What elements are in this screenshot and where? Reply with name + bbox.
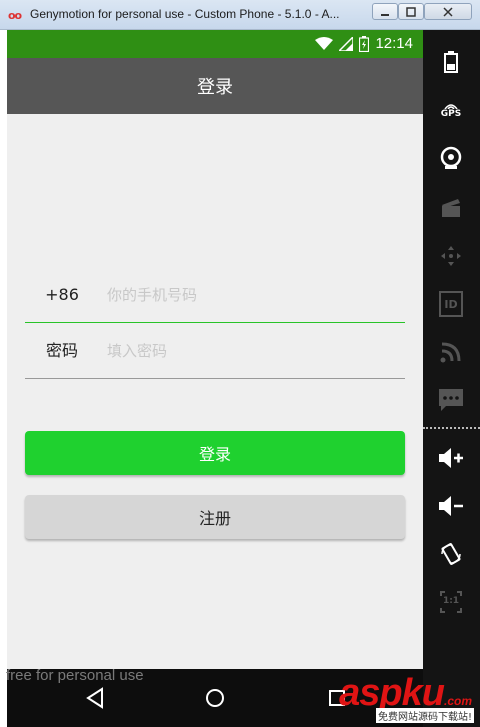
sms-icon (439, 389, 463, 411)
register-button-label: 注册 (198, 509, 231, 528)
phone-row: +86 (25, 268, 405, 323)
status-bar: 12:14 (7, 30, 423, 58)
capture-button[interactable] (431, 190, 471, 226)
battery-widget-button[interactable] (431, 44, 471, 80)
password-input[interactable] (107, 324, 397, 378)
sms-button[interactable] (431, 382, 471, 418)
home-icon (206, 689, 224, 707)
id-icon: ID (439, 291, 463, 317)
login-button[interactable]: 登录 (25, 431, 405, 475)
status-time: 12:14 (375, 35, 413, 52)
maximize-icon (406, 6, 416, 17)
close-button[interactable] (424, 3, 472, 20)
window-titlebar: oo Genymotion for personal use - Custom … (0, 0, 480, 30)
close-icon (443, 6, 453, 17)
volume-up-icon (439, 448, 463, 468)
network-button[interactable] (431, 334, 471, 370)
rotate-icon (441, 543, 461, 565)
capture-icon (442, 199, 460, 217)
page-title: 登录 (197, 77, 233, 98)
gps-icon (444, 104, 458, 109)
battery-icon (359, 35, 370, 52)
minimize-icon (381, 13, 389, 16)
window-title: Genymotion for personal use - Custom Pho… (30, 7, 340, 21)
maximize-button[interactable] (398, 3, 424, 20)
dpad-button[interactable] (431, 238, 471, 274)
dpad-icon (441, 246, 461, 266)
volume-down-button[interactable] (431, 488, 471, 524)
volume-up-button[interactable] (431, 440, 471, 476)
rotate-button[interactable] (431, 536, 471, 572)
signal-icon (339, 36, 354, 51)
register-button[interactable]: 注册 (25, 495, 405, 539)
personal-use-watermark: free for personal use (6, 667, 144, 684)
brand-tld: .com (443, 694, 472, 708)
scale-label: 1:1 (442, 596, 460, 606)
login-button-label: 登录 (198, 445, 231, 464)
phone-screen: 12:14 登录 +86 密码 登录 注册 (7, 30, 423, 727)
genymotion-icon: oo (8, 9, 22, 22)
id-label: ID (444, 297, 458, 311)
network-icon (440, 342, 461, 363)
brand-subtitle: 免费网站源码下载站! (375, 708, 474, 723)
camera-button[interactable] (431, 140, 471, 176)
minimize-button[interactable] (372, 3, 398, 20)
password-label: 密码 (45, 341, 78, 360)
back-icon (86, 687, 103, 709)
pixel-perfect-button[interactable]: 1:1 (431, 584, 471, 620)
login-form: +86 密码 登录 注册 (7, 114, 423, 669)
volume-down-icon (439, 496, 463, 516)
battery-widget-icon (444, 51, 458, 73)
home-button[interactable] (195, 681, 235, 715)
genymotion-side-panel: GPS ID 1:1 (423, 30, 480, 727)
side-panel-separator (423, 427, 480, 429)
action-bar: 登录 (7, 58, 423, 114)
country-code-label[interactable]: +86 (25, 268, 99, 322)
password-row: 密码 (25, 324, 405, 379)
id-button[interactable]: ID (431, 286, 471, 322)
back-button[interactable] (75, 681, 115, 715)
gps-button[interactable]: GPS (431, 92, 471, 128)
camera-icon (440, 146, 462, 169)
phone-number-input[interactable] (107, 268, 397, 322)
wifi-icon (315, 36, 334, 50)
gps-label: GPS (440, 109, 462, 119)
